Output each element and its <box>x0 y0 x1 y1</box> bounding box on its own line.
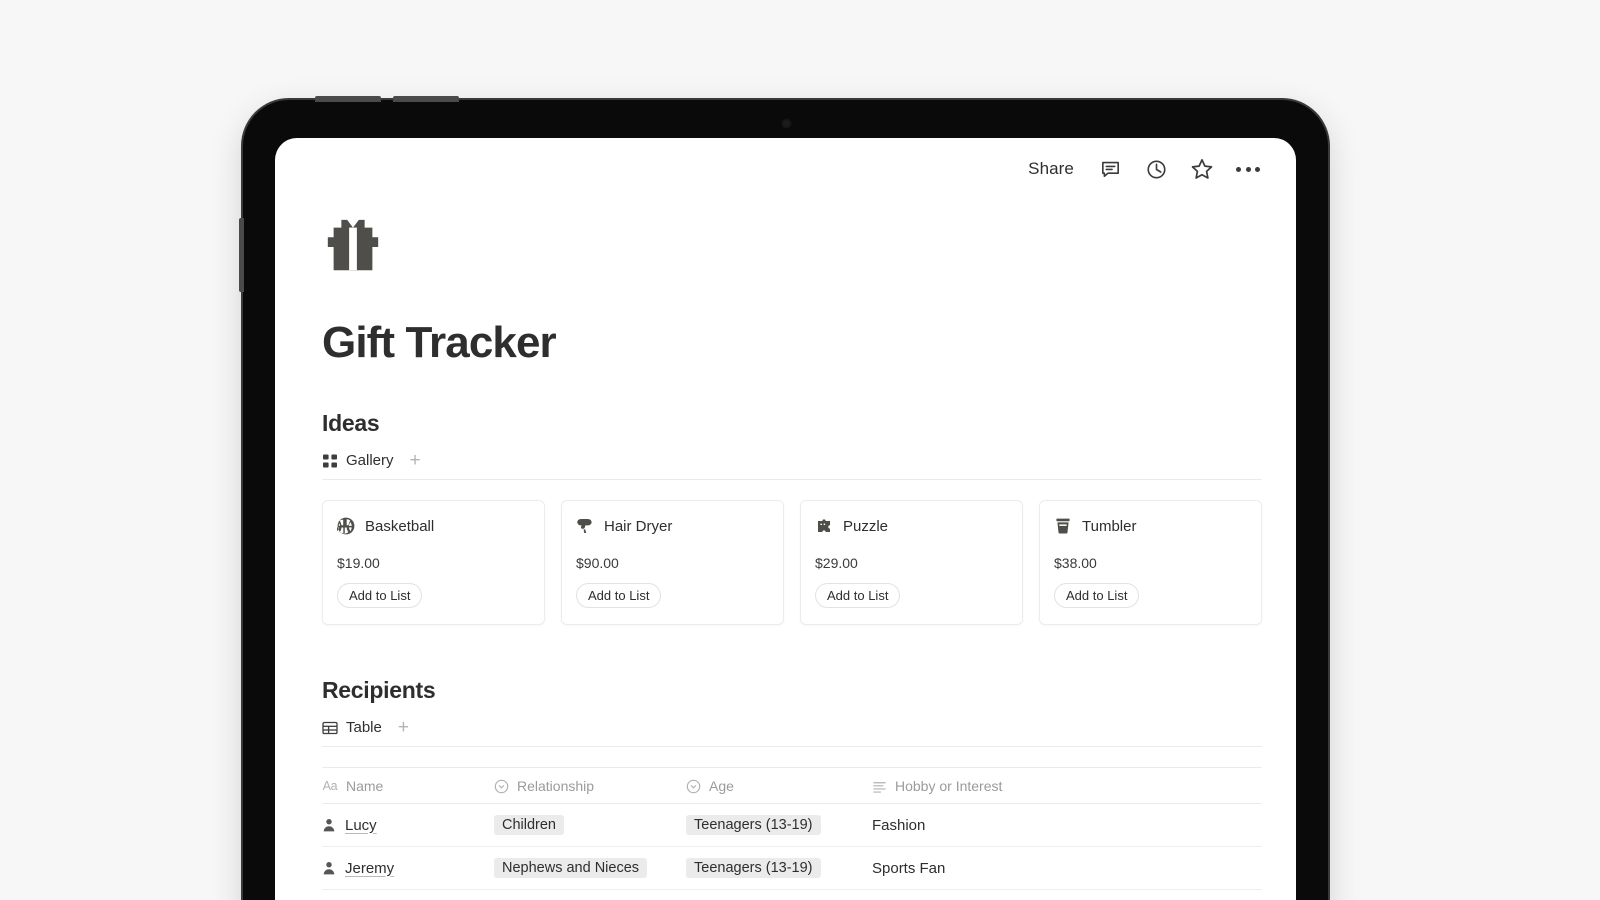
power-button[interactable] <box>239 218 244 292</box>
gallery-card[interactable]: Hair Dryer $90.00 Add to List <box>561 500 784 625</box>
hair-dryer-emoji <box>576 517 594 535</box>
gallery-card[interactable]: Basketball $19.00 Add to List <box>322 500 545 625</box>
table-header-row: Aa Name Relationship Age Hobby or Intere… <box>322 767 1262 804</box>
ideas-viewbar: Gallery + <box>322 451 1262 480</box>
add-to-list-button[interactable]: Add to List <box>337 583 423 608</box>
cell-relationship[interactable]: Nephews and Nieces <box>494 889 686 900</box>
cell-name[interactable]: Lucy <box>322 803 494 847</box>
gallery-card-price: $19.00 <box>337 555 380 571</box>
tab-gallery-label: Gallery <box>346 452 394 469</box>
gallery-card-name: Puzzle <box>843 517 889 535</box>
cell-relationship[interactable]: Children <box>494 803 686 847</box>
column-header-relationship[interactable]: Relationship <box>494 767 686 804</box>
gift-emoji[interactable] <box>322 214 384 276</box>
cell-relationship[interactable]: Nephews and Nieces <box>494 846 686 890</box>
add-recipients-view-button[interactable]: + <box>396 718 411 737</box>
column-header-hobby-label: Hobby or Interest <box>895 778 1003 794</box>
add-to-list-button[interactable]: Add to List <box>1054 583 1140 608</box>
select-type-icon <box>494 779 509 794</box>
gallery-card-price: $90.00 <box>576 555 619 571</box>
gallery-card-name: Tumbler <box>1082 517 1137 535</box>
cell-name[interactable]: David <box>322 889 494 900</box>
column-header-hobby[interactable]: Hobby or Interest <box>872 767 1262 804</box>
column-header-age[interactable]: Age <box>686 767 872 804</box>
add-to-list-button[interactable]: Add to List <box>576 583 662 608</box>
volume-up-button[interactable] <box>315 96 381 102</box>
tablet-device-frame: Share Gift Tracker Ideas Gallery + Baske… <box>239 96 1328 900</box>
front-camera-icon <box>782 120 790 127</box>
tab-table-label: Table <box>346 719 382 736</box>
gallery-card-title: Hair Dryer <box>576 517 769 535</box>
screenshot-stage: Share Gift Tracker Ideas Gallery + Baske… <box>0 0 1600 900</box>
relationship-tag: Nephews and Nieces <box>494 858 648 878</box>
cell-age[interactable]: Teenagers (13-19) <box>686 803 872 847</box>
gallery-view-icon <box>322 453 338 469</box>
ideas-gallery: Basketball $19.00 Add to List Hair Dryer… <box>322 500 1262 625</box>
cell-age[interactable]: Teenagers (13-19) <box>686 846 872 890</box>
recipients-table: Aa Name Relationship Age Hobby or Intere… <box>322 767 1262 900</box>
ideas-section-heading: Ideas <box>322 410 380 436</box>
text-type-icon <box>872 779 887 794</box>
person-icon <box>322 861 336 875</box>
add-to-list-button[interactable]: Add to List <box>815 583 901 608</box>
tab-table[interactable]: Table <box>322 719 382 736</box>
gallery-card-name: Basketball <box>365 517 435 535</box>
more-options-icon[interactable] <box>1236 157 1260 181</box>
history-icon[interactable] <box>1144 157 1168 181</box>
select-type-icon <box>686 779 701 794</box>
gallery-card-title: Puzzle <box>815 517 1008 535</box>
basketball-emoji <box>337 517 355 535</box>
age-tag: Teenagers (13-19) <box>686 858 821 878</box>
table-view-icon <box>322 720 338 736</box>
more-options-dots <box>1236 166 1260 172</box>
title-type-icon: Aa <box>322 779 338 793</box>
column-header-age-label: Age <box>709 778 734 794</box>
table-row[interactable]: Lucy Children Teenagers (13-19) Fashion <box>322 803 1262 847</box>
gallery-card-price: $38.00 <box>1054 555 1097 571</box>
recipients-section-heading: Recipients <box>322 677 436 703</box>
star-icon[interactable] <box>1190 157 1214 181</box>
column-header-name[interactable]: Aa Name <box>322 767 494 804</box>
share-button[interactable]: Share <box>1026 155 1076 183</box>
page-title[interactable]: Gift Tracker <box>322 318 1262 368</box>
gallery-card[interactable]: Puzzle $29.00 Add to List <box>800 500 1023 625</box>
volume-down-button[interactable] <box>393 96 459 102</box>
recipient-name[interactable]: Lucy <box>345 817 377 834</box>
column-header-relationship-label: Relationship <box>517 778 595 794</box>
tab-gallery[interactable]: Gallery <box>322 452 394 469</box>
gallery-card-price: $29.00 <box>815 555 858 571</box>
add-ideas-view-button[interactable]: + <box>408 451 423 470</box>
table-row[interactable]: Jeremy Nephews and Nieces Teenagers (13-… <box>322 846 1262 890</box>
gallery-card-name: Hair Dryer <box>604 517 673 535</box>
age-tag: Teenagers (13-19) <box>686 815 821 835</box>
person-icon <box>322 818 336 832</box>
recipients-table-header: Aa Name Relationship Age Hobby or Intere… <box>322 767 1262 804</box>
page-content: Gift Tracker Ideas Gallery + Basketball … <box>275 200 1296 900</box>
recipients-table-body: Lucy Children Teenagers (13-19) Fashion <box>322 803 1262 900</box>
cell-age[interactable]: Kids (6-12) <box>686 889 872 900</box>
recipient-name[interactable]: Jeremy <box>345 860 394 877</box>
cell-hobby[interactable]: Basketball <box>872 889 1262 900</box>
device-screen: Share Gift Tracker Ideas Gallery + Baske… <box>275 138 1296 900</box>
cell-name[interactable]: Jeremy <box>322 846 494 890</box>
relationship-tag: Children <box>494 815 564 835</box>
gallery-card-title: Tumbler <box>1054 517 1247 535</box>
table-row[interactable]: David Nephews and Nieces Kids (6-12) Bas… <box>322 889 1262 900</box>
page-topbar: Share <box>275 138 1296 200</box>
comment-icon[interactable] <box>1098 157 1122 181</box>
cell-hobby[interactable]: Fashion <box>872 803 1262 847</box>
cell-hobby[interactable]: Sports Fan <box>872 846 1262 890</box>
gallery-card-title: Basketball <box>337 517 530 535</box>
recipients-viewbar: Table + <box>322 718 1262 747</box>
puzzle-piece-emoji <box>815 517 833 535</box>
gallery-card[interactable]: Tumbler $38.00 Add to List <box>1039 500 1262 625</box>
column-header-name-label: Name <box>346 778 384 794</box>
cup-emoji <box>1054 517 1072 535</box>
